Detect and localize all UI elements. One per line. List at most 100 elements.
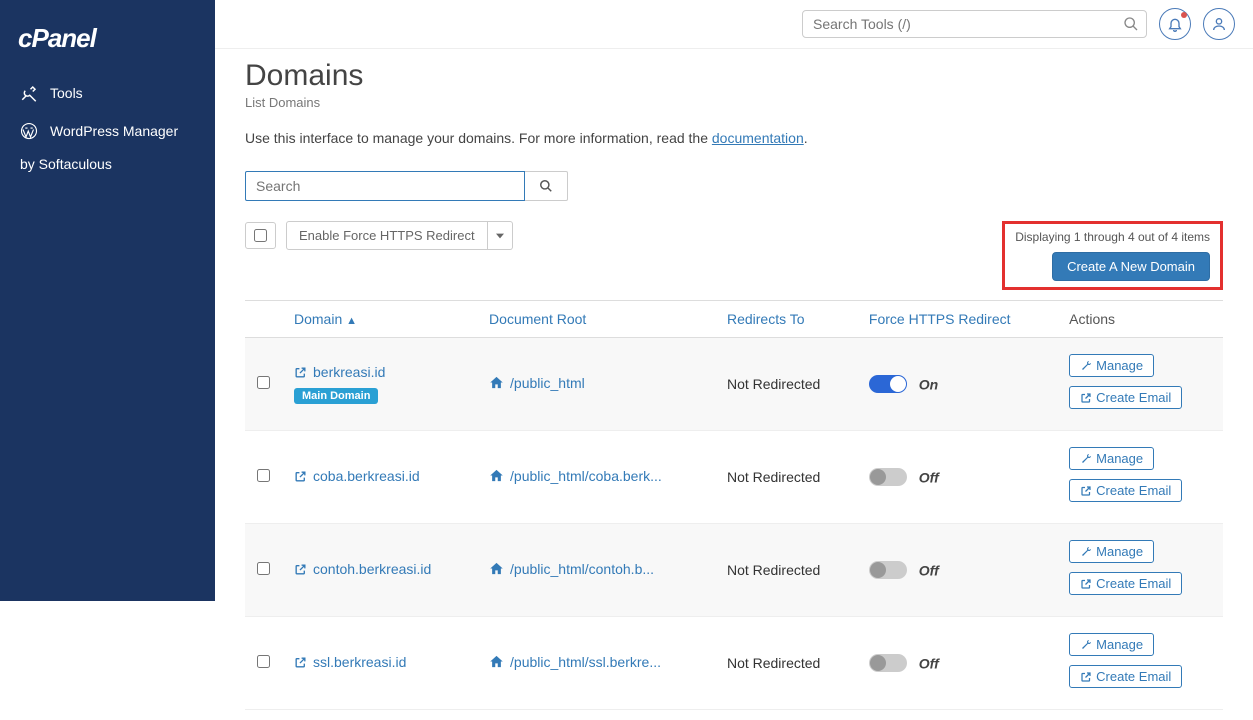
wrench-icon bbox=[1080, 546, 1092, 558]
page-title: Domains bbox=[245, 59, 1223, 93]
create-email-button[interactable]: Create Email bbox=[1069, 665, 1182, 688]
content: Domains List Domains Use this interface … bbox=[215, 49, 1253, 720]
domain-search-group bbox=[245, 171, 1223, 201]
header-domain[interactable]: Domain ▲ bbox=[282, 301, 477, 338]
redirects-cell: Not Redirected bbox=[715, 338, 857, 431]
row-checkbox[interactable] bbox=[257, 376, 270, 389]
https-toggle[interactable] bbox=[869, 654, 907, 672]
documentation-link[interactable]: documentation bbox=[712, 130, 804, 146]
search-icon bbox=[539, 179, 553, 193]
toolbar-row: Enable Force HTTPS Redirect Displaying 1… bbox=[245, 221, 1223, 301]
create-email-button[interactable]: Create Email bbox=[1069, 572, 1182, 595]
notification-dot bbox=[1181, 12, 1187, 18]
page-subtitle: List Domains bbox=[245, 95, 1223, 110]
user-icon bbox=[1211, 16, 1227, 32]
doc-root-path: /public_html/coba.berk... bbox=[510, 468, 662, 484]
select-all-checkbox[interactable] bbox=[254, 229, 267, 242]
header-https[interactable]: Force HTTPS Redirect bbox=[857, 301, 1057, 338]
manage-button[interactable]: Manage bbox=[1069, 447, 1154, 470]
external-link-icon bbox=[1080, 392, 1092, 404]
caret-down-icon bbox=[496, 233, 504, 239]
domain-name: ssl.berkreasi.id bbox=[313, 654, 406, 670]
page-description: Use this interface to manage your domain… bbox=[245, 130, 1223, 146]
domain-search-button[interactable] bbox=[525, 171, 568, 201]
notifications-button[interactable] bbox=[1159, 8, 1191, 40]
sidebar-item-wordpress[interactable]: WordPress Manager bbox=[0, 112, 215, 150]
manage-button[interactable]: Manage bbox=[1069, 540, 1154, 563]
wordpress-icon bbox=[20, 122, 38, 140]
sidebar-subtext: by Softaculous bbox=[0, 150, 215, 178]
doc-root-link[interactable]: /public_html/ssl.berkre... bbox=[489, 654, 661, 670]
create-email-button[interactable]: Create Email bbox=[1069, 479, 1182, 502]
tools-icon bbox=[20, 84, 38, 102]
user-button[interactable] bbox=[1203, 8, 1235, 40]
top-search-input[interactable] bbox=[802, 10, 1147, 38]
doc-root-link[interactable]: /public_html/contoh.b... bbox=[489, 561, 654, 577]
home-icon bbox=[489, 468, 504, 483]
domain-name: contoh.berkreasi.id bbox=[313, 561, 431, 577]
external-link-icon bbox=[294, 563, 307, 576]
domain-link[interactable]: contoh.berkreasi.id bbox=[294, 561, 431, 577]
table-row: coba.berkreasi.id /public_html/coba.berk… bbox=[245, 431, 1223, 524]
wrench-icon bbox=[1080, 453, 1092, 465]
row-checkbox[interactable] bbox=[257, 655, 270, 668]
top-search-wrap bbox=[802, 10, 1147, 38]
https-toggle[interactable] bbox=[869, 375, 907, 393]
external-link-icon bbox=[294, 470, 307, 483]
row-checkbox[interactable] bbox=[257, 469, 270, 482]
redirects-cell: Not Redirected bbox=[715, 617, 857, 710]
create-email-button[interactable]: Create Email bbox=[1069, 386, 1182, 409]
external-link-icon bbox=[294, 656, 307, 669]
doc-root-link[interactable]: /public_html/coba.berk... bbox=[489, 468, 662, 484]
domain-name: berkreasi.id bbox=[313, 364, 385, 380]
home-icon bbox=[489, 654, 504, 669]
wrench-icon bbox=[1080, 639, 1092, 651]
header-doc-root[interactable]: Document Root bbox=[477, 301, 715, 338]
desc-text-post: . bbox=[804, 130, 808, 146]
redirects-cell: Not Redirected bbox=[715, 524, 857, 617]
https-toggle-label: On bbox=[919, 376, 938, 392]
https-toggle[interactable] bbox=[869, 468, 907, 486]
create-domain-button[interactable]: Create A New Domain bbox=[1052, 252, 1210, 281]
desc-text-pre: Use this interface to manage your domain… bbox=[245, 130, 712, 146]
left-tools: Enable Force HTTPS Redirect bbox=[245, 221, 513, 250]
main-area: Domains List Domains Use this interface … bbox=[215, 0, 1253, 720]
bell-icon bbox=[1167, 16, 1183, 32]
domain-link[interactable]: coba.berkreasi.id bbox=[294, 468, 420, 484]
main-domain-badge: Main Domain bbox=[294, 388, 378, 404]
https-toggle-label: Off bbox=[919, 655, 939, 671]
domain-link[interactable]: ssl.berkreasi.id bbox=[294, 654, 406, 670]
https-dropdown-group: Enable Force HTTPS Redirect bbox=[286, 221, 513, 250]
manage-button[interactable]: Manage bbox=[1069, 633, 1154, 656]
row-checkbox[interactable] bbox=[257, 562, 270, 575]
right-tools-highlight: Displaying 1 through 4 out of 4 items Cr… bbox=[1002, 221, 1223, 290]
wrench-icon bbox=[1080, 360, 1092, 372]
topbar bbox=[215, 0, 1253, 49]
sidebar-item-label: WordPress Manager bbox=[50, 123, 178, 139]
domain-link[interactable]: berkreasi.id bbox=[294, 364, 385, 380]
enable-https-button[interactable]: Enable Force HTTPS Redirect bbox=[286, 221, 488, 250]
sidebar: Tools WordPress Manager by Softaculous bbox=[0, 0, 215, 601]
table-row: berkreasi.id Main Domain /public_html No… bbox=[245, 338, 1223, 431]
cpanel-logo bbox=[0, 15, 215, 74]
domain-search-input[interactable] bbox=[245, 171, 525, 201]
table-row: contoh.berkreasi.id /public_html/contoh.… bbox=[245, 524, 1223, 617]
doc-root-path: /public_html/ssl.berkre... bbox=[510, 654, 661, 670]
search-icon bbox=[1123, 16, 1139, 32]
external-link-icon bbox=[1080, 671, 1092, 683]
enable-https-dropdown-toggle[interactable] bbox=[488, 221, 513, 250]
https-toggle[interactable] bbox=[869, 561, 907, 579]
manage-button[interactable]: Manage bbox=[1069, 354, 1154, 377]
doc-root-path: /public_html bbox=[510, 375, 585, 391]
doc-root-path: /public_html/contoh.b... bbox=[510, 561, 654, 577]
external-link-icon bbox=[1080, 485, 1092, 497]
header-redirects[interactable]: Redirects To bbox=[715, 301, 857, 338]
doc-root-link[interactable]: /public_html bbox=[489, 375, 585, 391]
sidebar-item-tools[interactable]: Tools bbox=[0, 74, 215, 112]
external-link-icon bbox=[294, 366, 307, 379]
redirects-cell: Not Redirected bbox=[715, 431, 857, 524]
domains-table: Domain ▲ Document Root Redirects To Forc… bbox=[245, 301, 1223, 710]
header-actions: Actions bbox=[1057, 301, 1223, 338]
sidebar-item-label: Tools bbox=[50, 85, 83, 101]
home-icon bbox=[489, 375, 504, 390]
